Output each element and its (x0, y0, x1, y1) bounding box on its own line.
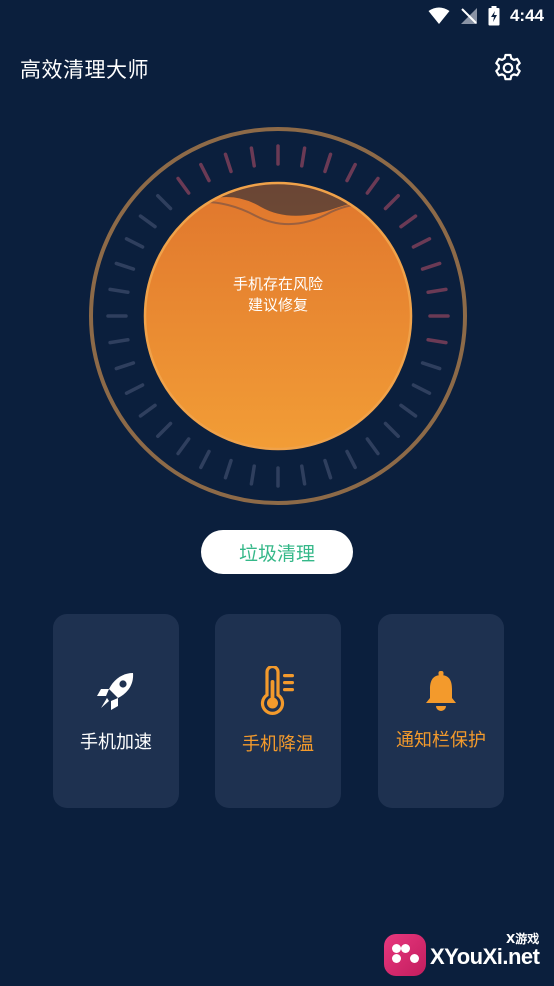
gauge-tick (426, 338, 448, 345)
gauge-tick (323, 458, 333, 480)
rocket-icon (97, 673, 134, 710)
gauge-tick (399, 403, 418, 418)
card-notification-protect-label: 通知栏保护 (396, 730, 486, 751)
gauge-tick (365, 437, 380, 456)
thermometer-icon (260, 666, 294, 715)
gauge-tick (223, 152, 233, 174)
gauge-tick (108, 338, 130, 345)
gauge-tick (114, 361, 136, 371)
risk-gauge: 手机存在风险 建议修复 (86, 124, 470, 508)
clean-junk-button[interactable]: 垃圾清理 (201, 530, 353, 574)
gauge-tick (300, 146, 307, 168)
status-bar: 4:44 (0, 0, 554, 34)
gauge-tick (176, 437, 191, 456)
gauge-tick (138, 403, 157, 418)
page-title: 高效清理大师 (20, 58, 149, 82)
gauge-tick (345, 162, 357, 183)
settings-button[interactable] (492, 52, 524, 84)
gauge-tick (124, 237, 145, 249)
gauge-tick (383, 194, 400, 211)
gauge-graphic (89, 127, 467, 505)
gauge-tick (223, 458, 233, 480)
battery-icon (488, 6, 500, 26)
gauge-tick (156, 421, 173, 438)
gauge-tick (176, 176, 191, 195)
gauge-tick (300, 464, 307, 486)
app-header: 高效清理大师 (0, 44, 554, 90)
gauge-tick (399, 214, 418, 229)
gauge-status-line2: 建议修复 (247, 296, 308, 314)
card-phone-speedup[interactable]: 手机加速 (53, 614, 179, 808)
gauge-tick (345, 449, 357, 470)
card-notification-protect[interactable]: 通知栏保护 (378, 614, 504, 808)
gauge-tick (199, 162, 211, 183)
status-time: 4:44 (509, 6, 544, 25)
signal-icon (460, 8, 477, 24)
gauge-tick (249, 146, 256, 168)
watermark-site: XYouXi.net (430, 944, 540, 969)
gamepad-logo-icon (384, 934, 426, 976)
card-phone-speedup-label: 手机加速 (80, 732, 152, 753)
gauge-tick (199, 449, 211, 470)
gauge-status-line1: 手机存在风险 (232, 275, 323, 293)
wifi-icon (428, 7, 450, 24)
gauge-tick (420, 361, 442, 371)
bell-icon (426, 671, 456, 711)
gauge-tick (323, 152, 333, 174)
gauge-tick (411, 237, 432, 249)
gauge-tick (365, 176, 380, 195)
gauge-tick (411, 383, 432, 395)
gauge-tick (114, 261, 136, 271)
gear-icon (495, 53, 521, 81)
gauge-tick (124, 383, 145, 395)
card-phone-cooling[interactable]: 手机降温 (215, 614, 341, 808)
gauge-tick (383, 421, 400, 438)
gauge-tick (249, 464, 256, 486)
gauge-tick (138, 214, 157, 229)
gauge-tick (156, 194, 173, 211)
gauge-tick (420, 261, 442, 271)
watermark: X游戏 XYouXi.net (384, 928, 550, 982)
card-phone-cooling-label: 手机降温 (242, 734, 314, 755)
